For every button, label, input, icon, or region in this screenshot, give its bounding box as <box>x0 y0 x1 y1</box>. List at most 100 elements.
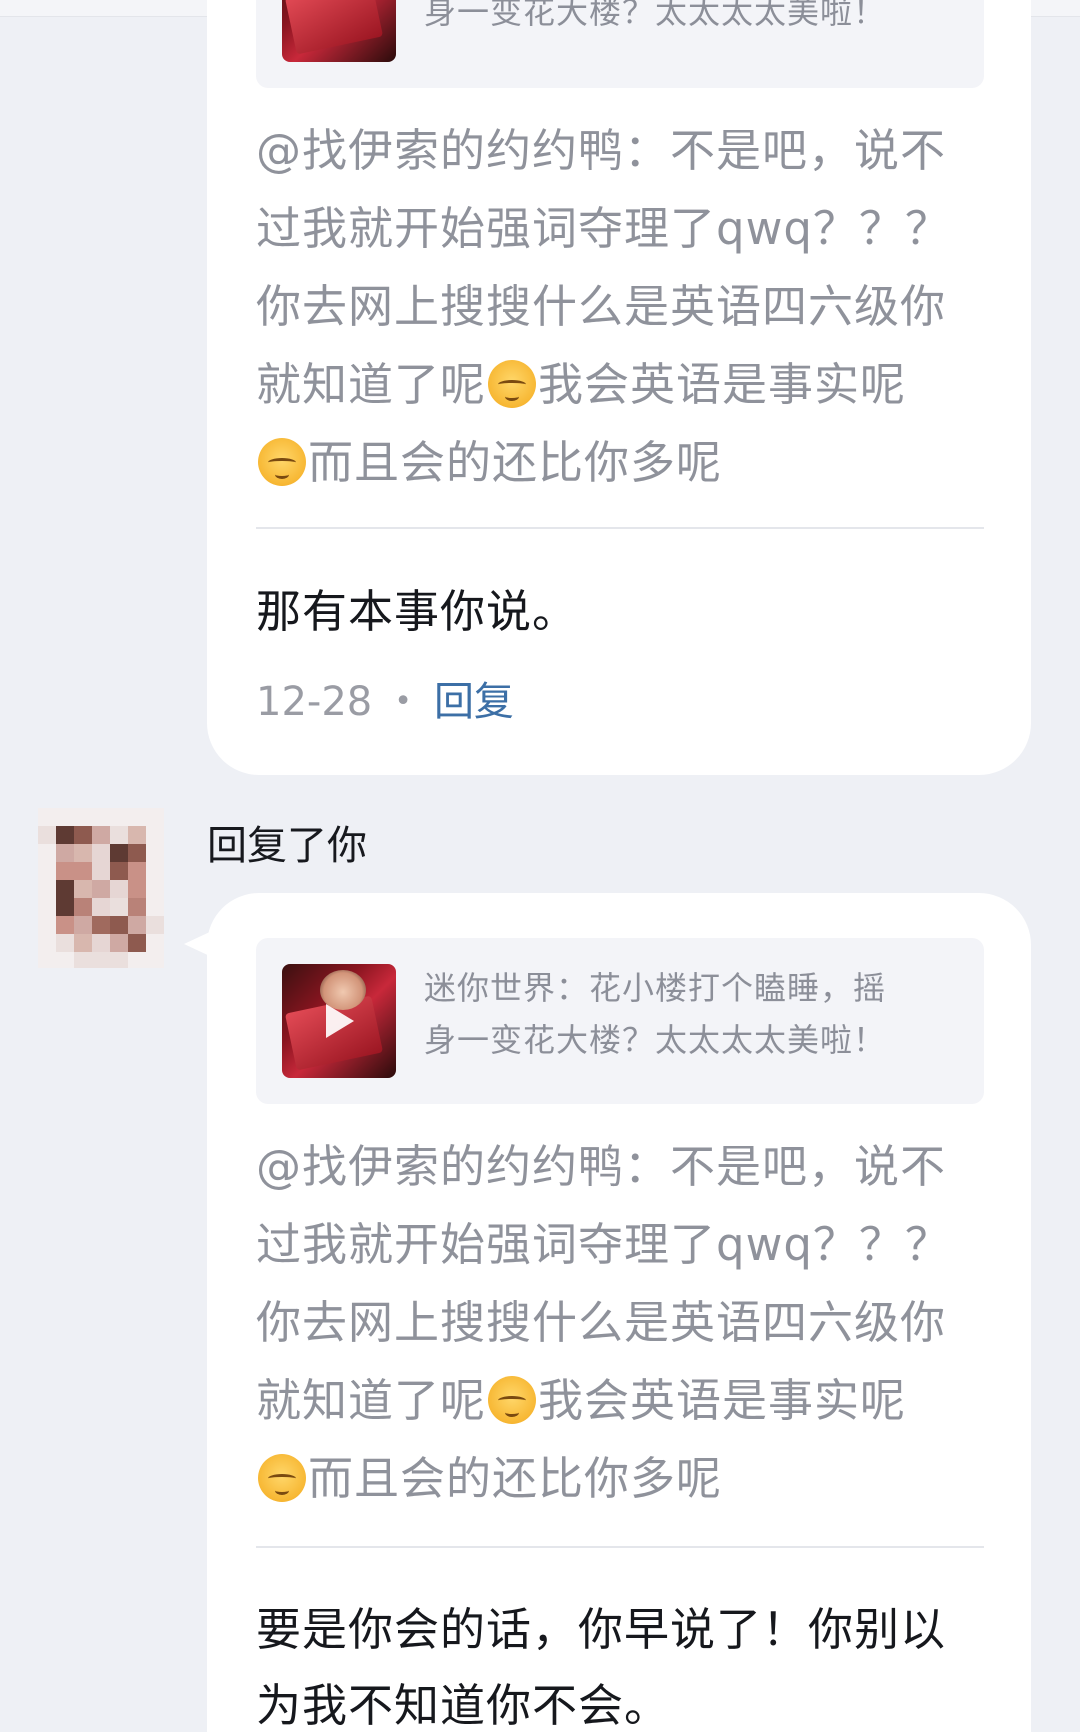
avatar-pixel <box>110 916 128 934</box>
avatar-pixel <box>56 898 74 916</box>
quote-fragment: 我会英语是事实呢 <box>538 358 907 411</box>
video-title-line: 身一变花大楼？太太太太美啦！ <box>424 1021 887 1059</box>
avatar-pixel <box>38 934 56 952</box>
avatar-pixel <box>92 844 110 862</box>
avatar-pixel <box>92 880 110 898</box>
avatar-pixel <box>38 808 56 826</box>
avatar-pixel <box>110 934 128 952</box>
quote-line: @找伊索的约约鸭：不是吧，说不 <box>256 1140 947 1193</box>
avatar-pixel <box>146 916 164 934</box>
avatar-pixel <box>38 826 56 844</box>
pixelated-avatar[interactable] <box>38 808 166 968</box>
shy-smile-emoji-icon <box>488 360 537 408</box>
avatar-pixel <box>56 916 74 934</box>
video-title: 身一变花大楼？太太太太美啦！ <box>424 0 954 38</box>
reply-line: 为我不知道你不会。 <box>256 1679 671 1732</box>
reply-content: 要是你会的话，你早说了！你别以 为我不知道你不会。 <box>256 1592 996 1732</box>
avatar-pixel <box>110 844 128 862</box>
avatar-pixel <box>128 844 146 862</box>
avatar-pixel <box>56 880 74 898</box>
avatar-pixel <box>110 808 128 826</box>
quote-line-with-emoji: 就知道了呢 我会英语是事实呢 <box>256 346 996 424</box>
avatar-pixel <box>146 862 164 880</box>
comment-date: 12-28 <box>256 679 373 725</box>
video-title-line: 身一变花大楼？太太太太美啦！ <box>424 0 887 31</box>
quote-line: 你去网上搜搜什么是英语四六级你 <box>256 1296 947 1349</box>
avatar-pixel <box>128 880 146 898</box>
avatar-pixel <box>128 898 146 916</box>
avatar-pixel <box>128 826 146 844</box>
reply-line: 那有本事你说。 <box>256 585 579 638</box>
quoted-video-card[interactable]: 身一变花大楼？太太太太美啦！ <box>256 0 984 88</box>
avatar-pixel <box>146 898 164 916</box>
avatar-pixel <box>146 844 164 862</box>
quote-line-with-emoji: 而且会的还比你多呢 <box>256 1440 996 1518</box>
quote-line-with-emoji: 而且会的还比你多呢 <box>256 424 996 502</box>
avatar-pixel <box>92 862 110 880</box>
avatar-pixel <box>128 934 146 952</box>
quoted-video-card[interactable]: 迷你世界：花小楼打个瞌睡，摇 身一变花大楼？太太太太美啦！ <box>256 938 984 1104</box>
divider <box>256 527 984 529</box>
quote-fragment: 而且会的还比你多呢 <box>308 1452 723 1505</box>
quoted-comment: @找伊索的约约鸭：不是吧，说不 过我就开始强词夺理了qwq？？？ 你去网上搜搜什… <box>256 1128 996 1518</box>
avatar-pixel <box>146 934 164 952</box>
reply-content: 那有本事你说。 <box>256 574 996 650</box>
avatar-pixel <box>92 916 110 934</box>
avatar-pixel <box>74 826 92 844</box>
avatar-pixel <box>74 862 92 880</box>
avatar-pixel <box>56 862 74 880</box>
avatar-pixel <box>128 808 146 826</box>
avatar-pixel <box>38 952 56 968</box>
meta-separator: • <box>394 684 412 719</box>
quote-fragment: 就知道了呢 <box>256 1374 487 1427</box>
avatar-pixel <box>110 826 128 844</box>
quote-fragment: 我会英语是事实呢 <box>538 1374 907 1427</box>
avatar-pixel <box>74 952 92 968</box>
avatar-pixel <box>128 916 146 934</box>
quote-line-with-emoji: 就知道了呢 我会英语是事实呢 <box>256 1362 996 1440</box>
avatar-pixel <box>110 952 128 968</box>
quote-line: @找伊索的约约鸭：不是吧，说不 <box>256 124 947 177</box>
avatar-pixel <box>56 826 74 844</box>
avatar-pixel <box>146 808 164 826</box>
avatar-pixel <box>56 844 74 862</box>
avatar-pixel <box>146 880 164 898</box>
avatar-pixel <box>146 952 164 968</box>
avatar-pixel <box>56 808 74 826</box>
reply-line: 要是你会的话，你早说了！你别以 <box>256 1603 947 1656</box>
avatar-pixel <box>92 952 110 968</box>
shy-smile-emoji-icon <box>258 438 306 486</box>
avatar-pixel <box>128 952 146 968</box>
avatar-pixel <box>56 934 74 952</box>
video-thumbnail[interactable] <box>282 964 396 1078</box>
video-thumbnail[interactable] <box>282 0 396 62</box>
avatar-pixel <box>38 844 56 862</box>
avatar-pixel <box>92 826 110 844</box>
shy-smile-emoji-icon <box>488 1376 537 1424</box>
avatar-pixel <box>74 934 92 952</box>
notification-header: 回复了你 <box>207 823 367 869</box>
video-title: 迷你世界：花小楼打个瞌睡，摇 身一变花大楼？太太太太美啦！ <box>424 962 954 1066</box>
avatar-pixel <box>92 808 110 826</box>
reply-button[interactable]: 回复 <box>434 679 514 725</box>
comment-thread-page: 身一变花大楼？太太太太美啦！ @找伊索的约约鸭：不是吧，说不 过我就开始强词夺理… <box>0 0 1080 1732</box>
avatar-pixel <box>38 916 56 934</box>
quote-line: 过我就开始强词夺理了qwq？？？ <box>256 1218 951 1271</box>
quote-fragment: 就知道了呢 <box>256 358 487 411</box>
video-title-line: 迷你世界：花小楼打个瞌睡，摇 <box>424 969 887 1007</box>
avatar-pixel <box>74 808 92 826</box>
shy-smile-emoji-icon <box>258 1454 306 1502</box>
play-icon[interactable] <box>326 1004 354 1038</box>
quote-line: 过我就开始强词夺理了qwq？？？ <box>256 202 951 255</box>
avatar-pixel <box>38 862 56 880</box>
avatar-pixel <box>74 844 92 862</box>
quoted-comment: @找伊索的约约鸭：不是吧，说不 过我就开始强词夺理了qwq？？？ 你去网上搜搜什… <box>256 112 996 502</box>
avatar-pixel <box>92 934 110 952</box>
avatar-pixel <box>92 898 110 916</box>
avatar-pixel <box>38 880 56 898</box>
comment-meta: 12-28 • 回复 <box>256 676 514 728</box>
avatar-pixel <box>74 916 92 934</box>
avatar-pixel <box>110 880 128 898</box>
avatar-pixel <box>110 898 128 916</box>
quote-line: 你去网上搜搜什么是英语四六级你 <box>256 280 947 333</box>
